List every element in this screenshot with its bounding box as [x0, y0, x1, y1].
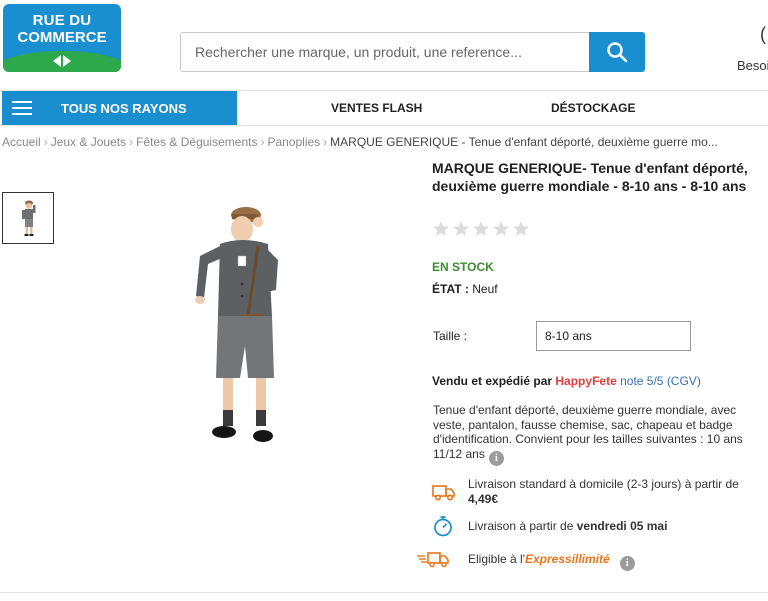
help-link[interactable]: Besoi	[737, 58, 768, 73]
nav-link-destockage[interactable]: DÉSTOCKAGE	[551, 101, 635, 115]
delivery-date-text: Livraison à partir de vendredi 05 mai	[468, 519, 667, 534]
all-departments-button[interactable]: TOUS NOS RAYONS	[2, 91, 237, 125]
star-icon	[473, 221, 489, 236]
delivery-price: 4,49€	[468, 492, 499, 506]
logo-line-1: RUE DU	[32, 12, 92, 29]
carrefour-mark-icon	[53, 55, 71, 67]
breadcrumb: Accueil › Jeux & Jouets › Fêtes & Déguisemen…	[2, 135, 718, 149]
breadcrumb-item[interactable]: Accueil	[2, 135, 41, 149]
condition-label: ÉTAT :	[432, 282, 469, 296]
product-title: MARQUE GENERIQUE- Tenue d'enfant déporté…	[432, 160, 748, 194]
express-eligibility: Eligible à l'Expressillimité i	[417, 552, 752, 572]
seller-info: Vendu et expédié par HappyFete note 5/5 …	[432, 374, 701, 388]
express-brand-part-a: Express	[525, 552, 572, 566]
seller-link[interactable]: HappyFete	[555, 374, 616, 388]
all-departments-label: TOUS NOS RAYONS	[61, 100, 187, 116]
delivery-date-value: vendredi 05 mai	[576, 519, 668, 533]
stock-status: EN STOCK	[432, 260, 494, 274]
search-input[interactable]	[181, 33, 591, 71]
breadcrumb-item[interactable]: Jeux & Jouets	[51, 135, 126, 149]
star-icon	[433, 221, 449, 236]
condition-value: Neuf	[472, 282, 498, 296]
sold-by-label: Vendu et expédié par	[432, 374, 553, 388]
breadcrumb-item[interactable]: Fêtes & Déguisements	[136, 135, 257, 149]
breadcrumb-separator: ›	[323, 135, 328, 149]
product-thumbnail[interactable]	[2, 192, 54, 244]
logo-line-2: COMMERCE	[17, 29, 107, 46]
costume-thumbnail-image	[22, 200, 36, 236]
seller-cgv-link[interactable]: (CGV)	[667, 374, 701, 388]
delivery-date: Livraison à partir de vendredi 05 mai	[432, 516, 752, 539]
breadcrumb-current: MARQUE GENERIQUE - Tenue d'enfant déport…	[330, 135, 718, 149]
stopwatch-icon	[434, 516, 452, 537]
express-text: Eligible à l'Expressillimité i	[468, 552, 635, 571]
info-icon[interactable]: i	[488, 450, 504, 466]
breadcrumb-separator: ›	[260, 135, 265, 149]
truck-icon	[432, 485, 455, 501]
site-logo[interactable]: RUE DU COMMERCE	[3, 4, 121, 72]
star-icon	[453, 221, 469, 236]
section-divider	[0, 592, 768, 593]
search-button[interactable]	[589, 32, 645, 72]
search-bar	[180, 32, 645, 72]
delivery-standard: Livraison standard à domicile (2-3 jours…	[432, 477, 752, 509]
size-label: Taille :	[433, 329, 468, 343]
breadcrumb-item[interactable]: Panoplies	[267, 135, 320, 149]
seller-rating[interactable]: note 5/5	[620, 374, 663, 388]
product-main-image[interactable]	[180, 196, 300, 451]
product-description: Tenue d'enfant déporté, deuxième guerre …	[433, 403, 753, 466]
delivery-standard-label: Livraison standard à domicile (2-3 jours…	[468, 477, 739, 491]
help-icon[interactable]: (	[760, 24, 766, 45]
nav-divider-bottom	[0, 125, 768, 126]
condition: ÉTAT : Neuf	[432, 282, 498, 296]
delivery-date-label: Livraison à partir de	[468, 519, 574, 533]
star-icon	[513, 221, 529, 236]
express-brand[interactable]: Expressillimité	[525, 552, 610, 566]
express-prefix: Eligible à l'	[468, 552, 525, 566]
search-icon	[607, 42, 628, 63]
express-truck-icon	[417, 552, 449, 568]
nav-link-ventes-flash[interactable]: VENTES FLASH	[331, 101, 422, 115]
delivery-standard-text: Livraison standard à domicile (2-3 jours…	[468, 477, 739, 507]
rating-stars[interactable]	[432, 220, 530, 238]
star-icon	[493, 221, 509, 236]
express-info-icon[interactable]: i	[619, 556, 635, 571]
description-text: Tenue d'enfant déporté, deuxième guerre …	[433, 403, 743, 461]
express-brand-part-b: illimité	[571, 552, 610, 566]
size-select[interactable]: 8-10 ans	[536, 321, 691, 351]
menu-icon	[12, 101, 32, 115]
breadcrumb-separator: ›	[129, 135, 134, 149]
breadcrumb-separator: ›	[43, 135, 48, 149]
